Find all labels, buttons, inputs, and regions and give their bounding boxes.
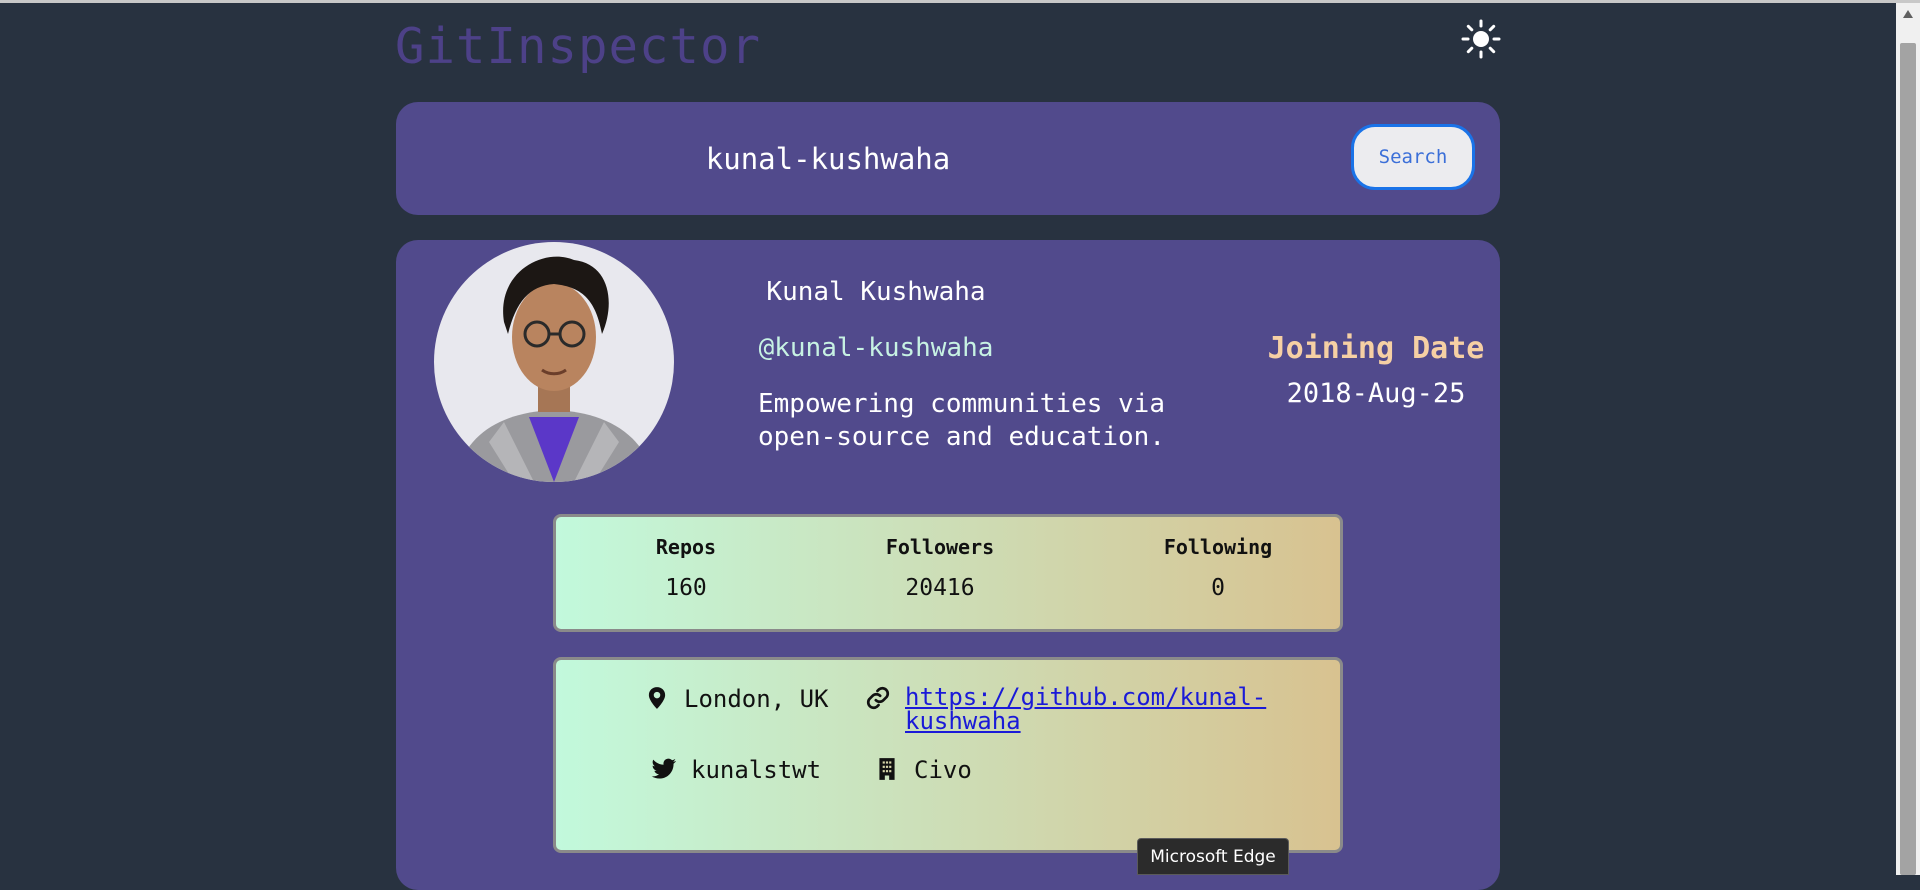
avatar [434, 242, 674, 482]
window-top-border [0, 0, 1920, 3]
theme-toggle-button[interactable] [1460, 18, 1502, 60]
search-panel: Search [396, 102, 1500, 215]
sun-icon [1461, 19, 1501, 59]
location-item: London, UK [644, 685, 829, 713]
avatar-photo [434, 242, 674, 482]
username-search-input[interactable] [436, 122, 1220, 196]
company-text: Civo [914, 756, 972, 784]
stat-followers: Followers 20416 [850, 535, 1030, 601]
joining-date-value: 2018-Aug-25 [1286, 378, 1466, 409]
joining-date-label: Joining Date [1267, 331, 1485, 366]
blog-link[interactable]: https://github.com/kunal-kushwaha [905, 685, 1275, 733]
blog-item: https://github.com/kunal-kushwaha [865, 685, 1285, 733]
stat-label: Repos [655, 535, 717, 559]
stat-value: 160 [665, 575, 707, 601]
search-button[interactable]: Search [1351, 124, 1475, 190]
stat-value: 20416 [905, 575, 975, 601]
taskbar-tooltip: Microsoft Edge [1137, 838, 1289, 875]
stats-card: Repos 160 Followers 20416 Following 0 [553, 514, 1343, 632]
stat-value: 0 [1211, 575, 1225, 601]
link-icon [866, 686, 890, 710]
profile-name: Kunal Kushwaha [766, 277, 986, 307]
stat-following: Following 0 [1128, 535, 1308, 601]
info-card: London, UK https://github.com/kunal-kush… [553, 657, 1343, 853]
stat-repos: Repos 160 [596, 535, 776, 601]
profile-handle: @kunal-kushwaha [758, 333, 994, 363]
stat-label: Following [1163, 535, 1273, 559]
profile-bio: Empowering communities via open-source a… [758, 389, 1165, 452]
building-icon [879, 758, 895, 780]
app-title[interactable]: GitInspector [395, 18, 761, 75]
scrollbar-thumb[interactable] [1900, 43, 1916, 875]
vertical-scrollbar[interactable] [1896, 3, 1920, 875]
twitter-icon [651, 758, 677, 779]
twitter-item: kunalstwt [651, 756, 821, 784]
location-text: London, UK [684, 685, 829, 713]
profile-card: Kunal Kushwaha @kunal-kushwaha Empowerin… [396, 240, 1500, 890]
scroll-up-icon[interactable] [1903, 10, 1913, 18]
map-pin-icon [648, 687, 666, 709]
twitter-handle: kunalstwt [691, 756, 822, 784]
stat-label: Followers [885, 535, 995, 559]
company-item: Civo [874, 756, 972, 784]
